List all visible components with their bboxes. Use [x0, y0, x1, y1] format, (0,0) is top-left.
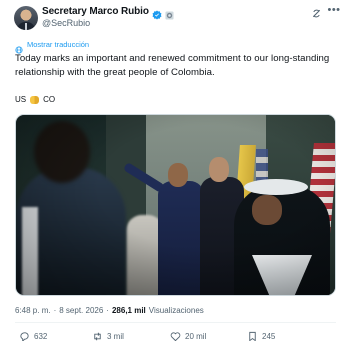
flag-us-text: US: [15, 95, 27, 104]
avatar-tie: [25, 23, 27, 30]
author-avatar[interactable]: [14, 6, 38, 30]
tweet-time[interactable]: 6:48 p. m.: [15, 306, 51, 315]
translate-label: Mostrar traducción: [27, 40, 90, 49]
repost-icon: [94, 332, 101, 341]
views-count: 286,1 mil: [111, 306, 146, 315]
reply-button[interactable]: 632: [19, 331, 47, 341]
repost-count: 3 mil: [107, 332, 124, 341]
bookmark-icon: [249, 331, 256, 341]
more-icon[interactable]: •••: [327, 4, 341, 16]
author-handle[interactable]: @SecRubio: [42, 18, 90, 28]
like-icon: [170, 332, 181, 341]
tweet-date[interactable]: 8 sept. 2026: [59, 306, 103, 315]
flag-co-text: CO: [43, 95, 56, 104]
translate-link[interactable]: Mostrar traducción: [15, 40, 90, 54]
photo-vignette: [16, 115, 335, 295]
author-name-row: Secretary Marco Rubio: [42, 6, 174, 20]
meta-separator: ·: [106, 306, 109, 315]
handshake-icon: [30, 95, 40, 104]
bookmark-count: 245: [262, 332, 276, 341]
grok-icon[interactable]: [311, 6, 322, 18]
reply-icon: [20, 332, 29, 341]
views-label: Visualizaciones: [148, 306, 204, 315]
meta-separator: ·: [53, 306, 57, 315]
globe-icon: [15, 41, 23, 54]
tweet-meta: 6:48 p. m. · 8 sept. 2026 · 286,1 mil Vi…: [15, 306, 204, 315]
like-button[interactable]: 20 mil: [170, 331, 206, 341]
action-bar: 632 3 mil 20 mil 245: [15, 331, 337, 341]
author-display-name[interactable]: Secretary Marco Rubio: [42, 6, 149, 17]
flags-line: US CO: [15, 95, 55, 104]
repost-button[interactable]: 3 mil: [92, 331, 124, 341]
reply-count: 632: [34, 332, 48, 341]
government-seal-icon[interactable]: [165, 7, 174, 20]
like-count: 20 mil: [185, 332, 207, 341]
tweet-text: Today marks an important and renewed com…: [15, 53, 330, 78]
divider: [15, 322, 336, 323]
tweet-photo[interactable]: [15, 114, 336, 296]
bookmark-button[interactable]: 245: [247, 331, 275, 341]
verified-badge-icon[interactable]: [152, 7, 162, 20]
